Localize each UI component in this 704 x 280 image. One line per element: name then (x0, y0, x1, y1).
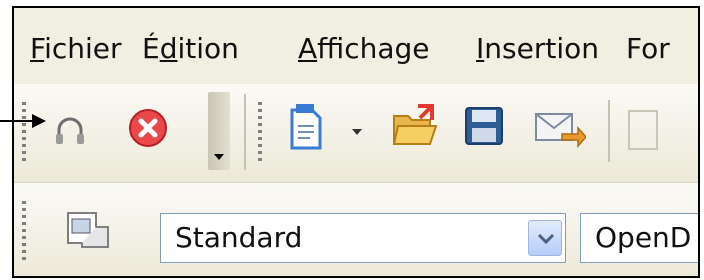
menu-affichage-rest: ffichage (317, 32, 430, 65)
toolbar-grip-2[interactable] (258, 102, 262, 162)
menu-fichier[interactable]: Fichier (30, 32, 122, 65)
menu-affichage[interactable]: Affichage (298, 32, 430, 65)
menu-affichage-accel: A (298, 32, 318, 65)
menu-insertion-rest: nsertion (484, 32, 599, 65)
font-name-value: OpenD (595, 221, 692, 254)
standard-toolbar (14, 84, 698, 182)
headphones-icon[interactable] (50, 110, 90, 150)
open-folder-icon[interactable] (390, 100, 440, 150)
annotation-arrow-line (0, 120, 36, 122)
toolbar-grip-3[interactable] (22, 201, 26, 261)
formatting-toolbar: Standard OpenD (14, 182, 698, 276)
font-name-combo[interactable]: OpenD (580, 213, 698, 263)
toolbar-separator-2 (608, 100, 610, 162)
new-document-icon[interactable] (286, 102, 328, 152)
close-error-icon[interactable] (126, 106, 170, 150)
styles-formatting-icon[interactable] (66, 211, 110, 251)
menu-bar: Fichier Édition Affichage Insertion For (14, 8, 698, 84)
paragraph-style-dropdown-button[interactable] (528, 220, 562, 256)
menu-insertion[interactable]: Insertion (476, 32, 599, 65)
menu-format-label: For (626, 32, 670, 65)
dropdown-arrow-icon[interactable] (350, 122, 364, 135)
menu-edition-rest: ition (177, 32, 239, 65)
partial-toolbar-icon[interactable] (628, 110, 658, 150)
toolbar-grip[interactable] (22, 102, 26, 162)
menu-fichier-rest: ichier (44, 32, 122, 65)
annotation-arrow-head (32, 114, 46, 128)
save-icon[interactable] (462, 104, 506, 148)
menu-edition-accel: d (159, 32, 178, 65)
menu-fichier-accel: F (30, 32, 45, 65)
paragraph-style-combo[interactable]: Standard (160, 213, 566, 263)
menu-edition-pre: É (142, 32, 160, 65)
menu-format[interactable]: For (626, 32, 670, 65)
paragraph-style-value: Standard (175, 221, 303, 254)
application-window: Fichier Édition Affichage Insertion For (12, 6, 700, 278)
toolbar-dropdown-icon[interactable] (208, 92, 230, 170)
menu-edition[interactable]: Édition (142, 32, 239, 65)
email-icon[interactable] (534, 106, 588, 150)
toolbar-separator (244, 94, 246, 170)
